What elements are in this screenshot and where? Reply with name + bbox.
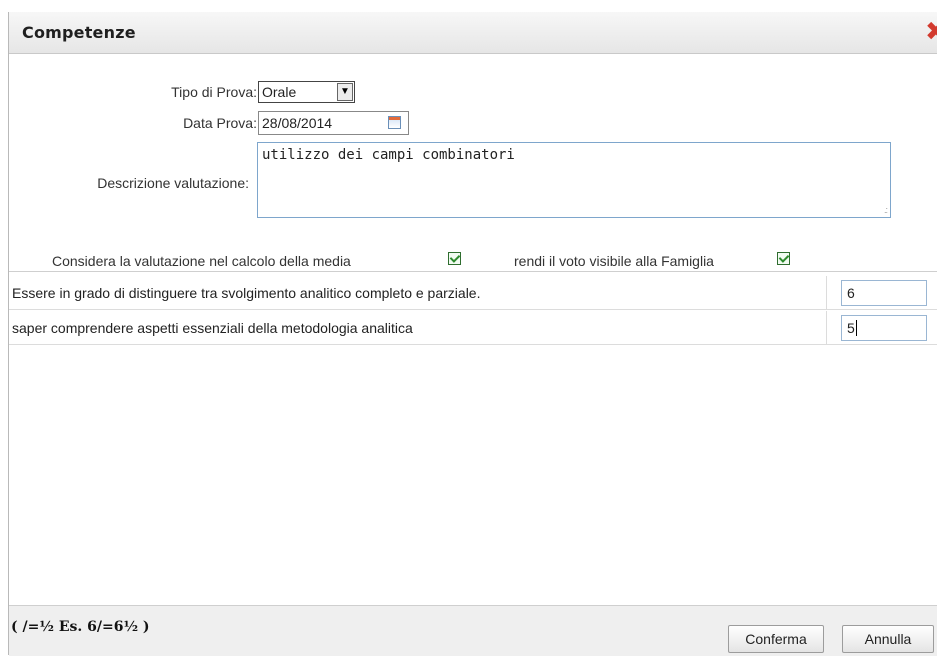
- dialog-footer: ( /=½ Es. 6/=6½ ) Conferma Annulla: [9, 605, 937, 656]
- media-label: Considera la valutazione nel calcolo del…: [52, 253, 351, 269]
- dialog-titlebar: Competenze ✖: [9, 12, 937, 54]
- media-checkbox[interactable]: [448, 252, 461, 265]
- confirm-button[interactable]: Conferma: [728, 625, 824, 653]
- score-value-text: 5: [847, 320, 855, 336]
- calendar-icon[interactable]: [388, 116, 401, 129]
- cell-divider: [826, 311, 827, 344]
- descrizione-label: Descrizione valutazione:: [97, 175, 249, 191]
- score-input[interactable]: 5: [841, 315, 927, 341]
- score-value: 5: [847, 320, 857, 336]
- competenza-row: saper comprendere aspetti essenziali del…: [9, 311, 937, 345]
- tipo-prova-select[interactable]: Orale ▼: [258, 81, 355, 103]
- grade-legend: ( /=½ Es. 6/=6½ ): [11, 619, 150, 635]
- dialog-title: Competenze: [22, 23, 136, 42]
- descrizione-value: utilizzo dei campi combinatori: [262, 147, 515, 163]
- descrizione-textarea[interactable]: utilizzo dei campi combinatori .:: [257, 142, 891, 218]
- text-caret: [855, 320, 857, 336]
- resize-grip-icon[interactable]: .:: [884, 205, 888, 215]
- score-input[interactable]: 6: [841, 280, 927, 306]
- tipo-prova-label: Tipo di Prova:: [171, 84, 257, 100]
- close-icon[interactable]: ✖: [925, 19, 937, 45]
- visibile-label: rendi il voto visibile alla Famiglia: [514, 253, 714, 269]
- data-prova-label: Data Prova:: [183, 115, 257, 131]
- data-prova-value: 28/08/2014: [262, 115, 333, 131]
- grid-top-border: [9, 271, 937, 272]
- score-value: 6: [847, 285, 855, 301]
- tipo-prova-value: Orale: [262, 84, 297, 100]
- chevron-down-icon[interactable]: ▼: [337, 83, 353, 101]
- data-prova-input[interactable]: 28/08/2014: [258, 111, 409, 135]
- competenza-text: saper comprendere aspetti essenziali del…: [12, 320, 413, 336]
- cancel-button[interactable]: Annulla: [842, 625, 934, 653]
- competenze-dialog: Competenze ✖ Tipo di Prova: Orale ▼ Data…: [8, 12, 937, 656]
- visibile-checkbox[interactable]: [777, 252, 790, 265]
- cell-divider: [826, 276, 827, 309]
- competenza-row: Essere in grado di distinguere tra svolg…: [9, 276, 937, 310]
- competenza-text: Essere in grado di distinguere tra svolg…: [12, 285, 481, 301]
